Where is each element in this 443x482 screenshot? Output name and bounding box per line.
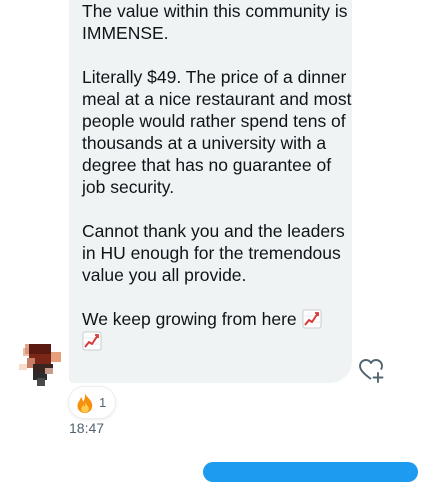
message-timestamp: 18:47 bbox=[69, 420, 105, 436]
reaction-pill[interactable]: 1 bbox=[69, 387, 115, 418]
sent-message-bubble[interactable] bbox=[203, 462, 418, 482]
received-message-bubble[interactable]: The value within this community is IMMEN… bbox=[69, 0, 352, 383]
message-paragraph-1: The value within this community is IMMEN… bbox=[82, 1, 348, 43]
chart-increasing-emoji-icon bbox=[82, 331, 102, 351]
reaction-count: 1 bbox=[99, 395, 107, 410]
add-reaction-heart-icon[interactable] bbox=[358, 357, 386, 385]
chart-increasing-emoji-icon bbox=[302, 309, 322, 329]
message-paragraph-2: Literally $49. The price of a dinner mea… bbox=[82, 67, 352, 197]
sender-avatar[interactable] bbox=[19, 344, 61, 386]
message-paragraph-4: We keep growing from here bbox=[82, 308, 352, 352]
message-paragraph-3: Cannot thank you and the leaders in HU e… bbox=[82, 221, 345, 285]
message-last-line: We keep growing from here bbox=[82, 309, 297, 329]
fire-icon bbox=[77, 392, 93, 413]
